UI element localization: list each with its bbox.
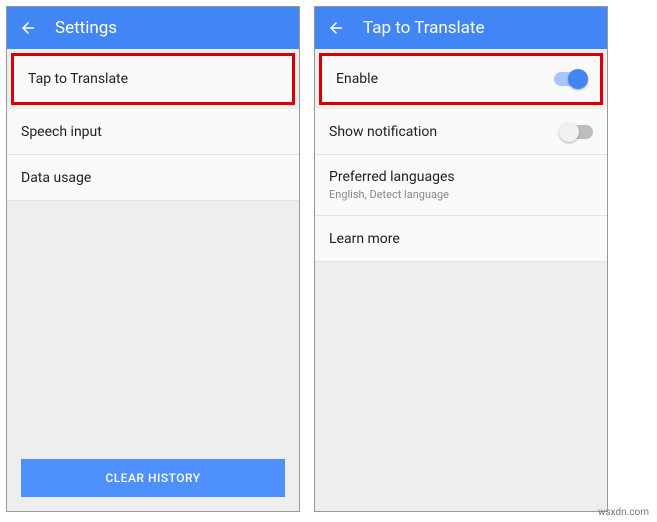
header-title: Settings <box>55 18 117 38</box>
screen-settings: Settings Tap to Translate Speech input D… <box>6 6 300 512</box>
screen-tap-to-translate: Tap to Translate Enable Show notificatio… <box>314 6 608 512</box>
row-label: Data usage <box>21 170 91 186</box>
highlight-box: Tap to Translate <box>11 53 295 105</box>
row-label: Preferred languages <box>329 169 455 185</box>
row-show-notification[interactable]: Show notification <box>315 109 607 155</box>
options-list: Show notification Preferred languages En… <box>315 109 607 262</box>
header-bar: Tap to Translate <box>315 7 607 49</box>
row-preferred-languages[interactable]: Preferred languages English, Detect lang… <box>315 155 607 216</box>
header-title: Tap to Translate <box>363 18 485 38</box>
row-label: Tap to Translate <box>28 71 128 87</box>
toggle-show-notification[interactable] <box>561 125 593 139</box>
row-learn-more[interactable]: Learn more <box>315 216 607 262</box>
highlight-box: Enable <box>319 53 603 105</box>
row-label: Learn more <box>329 231 400 247</box>
back-arrow-icon[interactable] <box>19 19 37 37</box>
row-sublabel: English, Detect language <box>329 188 455 201</box>
row-label: Speech input <box>21 124 102 140</box>
header-bar: Settings <box>7 7 299 49</box>
row-data-usage[interactable]: Data usage <box>7 155 299 201</box>
watermark: wsxdn.com <box>598 507 649 518</box>
clear-history-button[interactable]: CLEAR HISTORY <box>21 459 285 497</box>
row-label: Enable <box>336 71 378 87</box>
row-text: Preferred languages English, Detect lang… <box>329 169 455 201</box>
toggle-enable[interactable] <box>554 72 586 86</box>
row-tap-to-translate[interactable]: Tap to Translate <box>14 56 292 102</box>
row-label: Show notification <box>329 124 437 140</box>
row-enable[interactable]: Enable <box>322 56 600 102</box>
settings-list: Speech input Data usage <box>7 109 299 201</box>
spacer <box>7 201 299 449</box>
back-arrow-icon[interactable] <box>327 19 345 37</box>
row-speech-input[interactable]: Speech input <box>7 109 299 155</box>
